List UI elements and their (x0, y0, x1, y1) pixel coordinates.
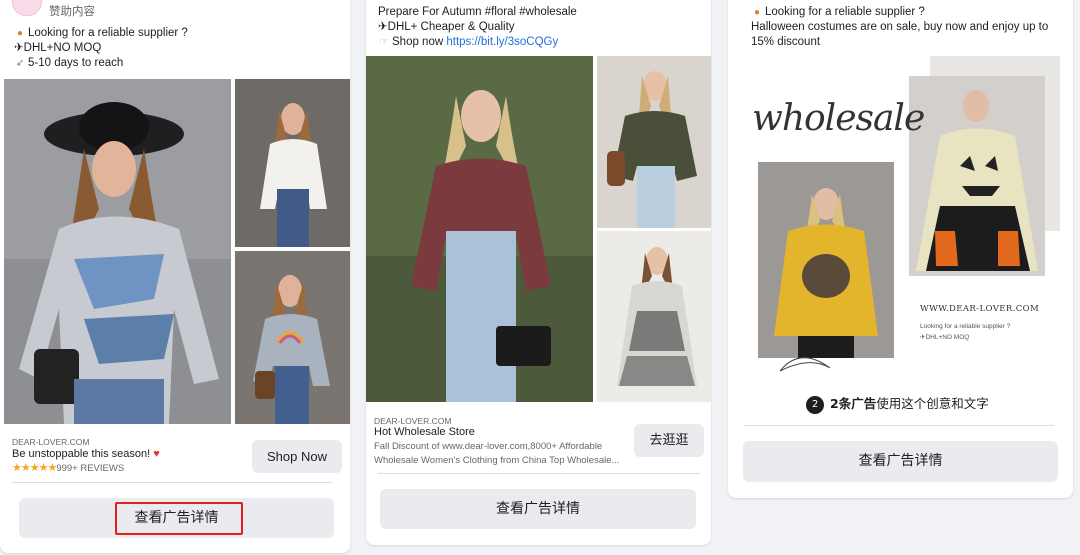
ad-headline: Hot Wholesale Store (374, 426, 475, 438)
card-divider (378, 473, 700, 474)
go-shopping-button[interactable]: 去逛逛 (634, 424, 704, 457)
ad-card-3: ● Looking for a reliable supplier ? Hallo… (728, 0, 1073, 498)
ad-text-line-2: Halloween costumes are on sale, buy now … (751, 21, 1049, 33)
ad-text-line-3: ➶ 5-10 days to reach (15, 57, 124, 69)
ad-image-main[interactable] (4, 79, 231, 424)
advertiser-avatar[interactable] (12, 0, 42, 16)
pointing-hand-icon: ☞ (379, 37, 389, 48)
ad-description-line-2: Wholesale Women's Clothing from China To… (374, 455, 619, 466)
card-divider (12, 482, 332, 483)
ad-text-line-2: ✈DHL+ Cheaper & Quality (378, 21, 515, 33)
ad-image-side-2[interactable] (597, 231, 711, 402)
versions-row: 2 2条广告使用这个创意和文字 (806, 394, 989, 414)
fire-icon: ● (753, 7, 761, 18)
ad-image-main[interactable] (366, 56, 593, 402)
ad-text-line-1: ● Looking for a reliable supplier ? (751, 5, 925, 20)
shop-now-button[interactable]: Shop Now (252, 440, 342, 473)
sponsored-label: 赞助内容 (49, 4, 95, 18)
ad-text-line-3: 15% discount (751, 36, 821, 48)
ad-link[interactable]: https://bit.ly/3soCQGy (446, 36, 558, 48)
ad-card-2: Prepare For Autumn #floral #wholesale ✈D… (366, 0, 711, 545)
ad-headline: Be unstoppable this season! ♥ (12, 448, 160, 460)
fire-icon: ● (16, 28, 24, 39)
view-ad-details-button[interactable]: 查看广告详情 (380, 489, 696, 529)
ad-site-domain: DEAR-LOVER.COM (12, 437, 90, 447)
ad-image-side-1[interactable] (235, 79, 350, 247)
view-ad-details-button[interactable]: 查看广告详情 (743, 441, 1058, 482)
ad-card-1: 赞助内容 ● Looking for a reliable supplier ? … (0, 0, 350, 553)
reviews-row: ★★★★★999+ REVIEWS (12, 462, 125, 474)
image-wholesale-word: wholesale (752, 98, 925, 139)
ad-image-side-1[interactable] (597, 56, 711, 228)
image-tagline-2: ✈DHL+NO MOQ (920, 334, 970, 341)
ad-site-domain: DEAR-LOVER.COM (374, 416, 452, 426)
ad-text-line-3: ☞ Shop now https://bit.ly/3soCQGy (379, 36, 559, 48)
stack-icon: 2 (806, 395, 824, 414)
rocket-icon: ➶ (15, 58, 25, 69)
ad-description-line-1: Fall Discount of www.dear-lover.com,8000… (374, 441, 603, 452)
ad-text-line-1: ● Looking for a reliable supplier ? (14, 26, 188, 41)
ad-text-line-1: Prepare For Autumn #floral #wholesale (378, 6, 577, 18)
card-divider (744, 425, 1054, 426)
ad-text-line-2: ✈DHL+NO MOQ (14, 42, 102, 54)
stars-icon: ★★★★★ (12, 462, 57, 474)
ad-image-side-2[interactable] (235, 251, 350, 424)
highlight-box (115, 502, 243, 535)
image-site-text: WWW.DEAR-LOVER.COM (920, 304, 1040, 314)
image-tagline-1: Looking for a reliable supplier ? (920, 323, 1011, 330)
heart-icon: ♥ (153, 448, 160, 460)
